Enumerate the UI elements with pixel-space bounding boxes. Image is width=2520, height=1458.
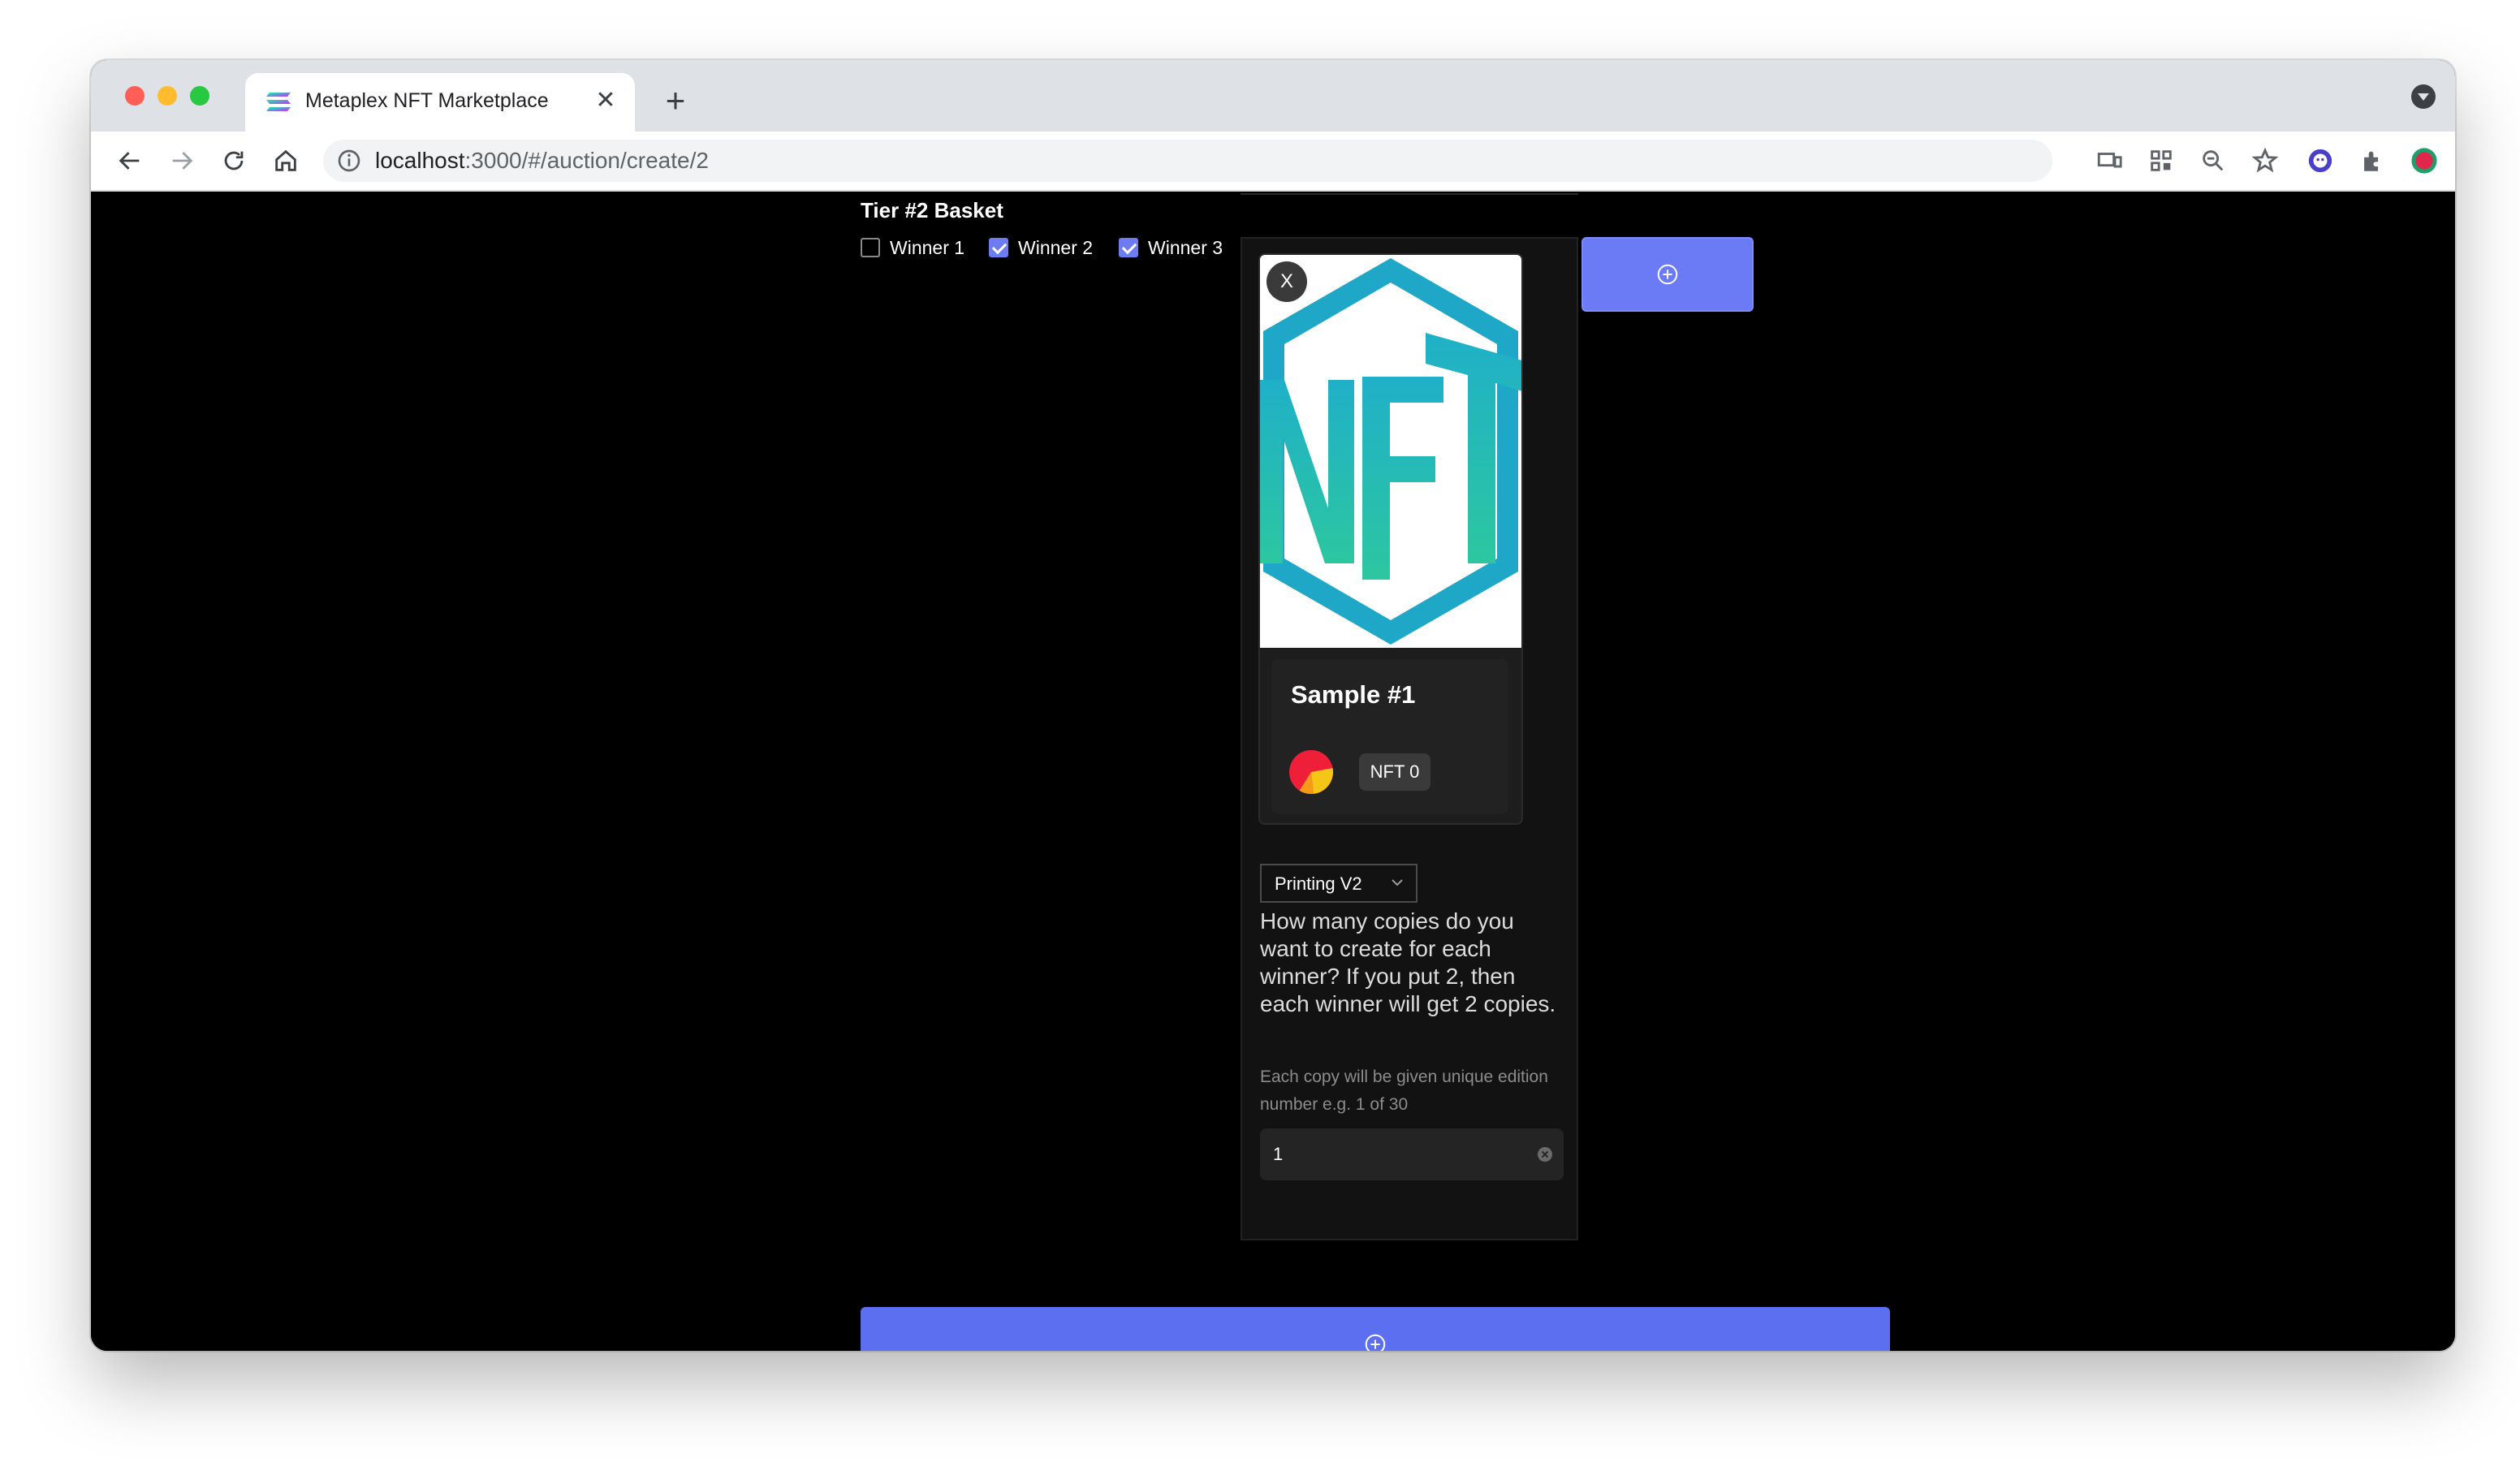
plus-circle-icon bbox=[1657, 264, 1678, 285]
add-tier-button[interactable] bbox=[861, 1307, 1890, 1351]
extensions-puzzle-icon[interactable] bbox=[2356, 145, 2388, 177]
edition-type-select[interactable]: Printing V2 bbox=[1260, 864, 1418, 903]
tab-search-icon[interactable] bbox=[2411, 84, 2436, 109]
new-tab-button[interactable]: + bbox=[656, 83, 695, 122]
browser-window: Metaplex NFT Marketplace ✕ + localhost:3… bbox=[91, 60, 2455, 1351]
checkbox-box[interactable] bbox=[861, 238, 880, 257]
close-window-button[interactable] bbox=[125, 86, 145, 106]
url-host: localhost bbox=[375, 148, 465, 173]
browser-toolbar: localhost:3000/#/auction/create/2 bbox=[91, 132, 2455, 192]
winner-label: Winner 1 bbox=[890, 236, 965, 258]
url-path: :3000/#/auction/create/2 bbox=[464, 148, 709, 173]
winner-2-checkbox[interactable]: Winner 2 bbox=[989, 235, 1093, 260]
arrow-right-icon bbox=[172, 152, 193, 170]
nft-title: Sample #1 bbox=[1291, 680, 1416, 709]
cast-icon[interactable] bbox=[2093, 145, 2125, 177]
checkbox-box[interactable] bbox=[1119, 238, 1138, 257]
edition-type-value: Printing V2 bbox=[1275, 874, 1362, 894]
maximize-window-button[interactable] bbox=[190, 86, 209, 106]
tier-basket-title: Tier #2 Basket bbox=[861, 198, 1003, 222]
nft-artwork bbox=[1260, 255, 1521, 648]
tab-title: Metaplex NFT Marketplace bbox=[305, 89, 549, 112]
winner-1-checkbox[interactable]: Winner 1 bbox=[861, 235, 964, 260]
copies-question: How many copies do you want to create fo… bbox=[1260, 908, 1556, 1016]
forward-button[interactable] bbox=[164, 143, 200, 179]
add-item-button[interactable] bbox=[1581, 237, 1754, 312]
minimize-window-button[interactable] bbox=[158, 86, 177, 106]
nft-card[interactable]: X Sample #1 NFT 0 bbox=[1258, 253, 1523, 825]
back-button[interactable] bbox=[112, 143, 148, 179]
plus-circle-icon bbox=[1365, 1334, 1386, 1351]
clear-input-icon[interactable] bbox=[1538, 1147, 1552, 1162]
winner-3-checkbox[interactable]: Winner 3 bbox=[1119, 235, 1223, 260]
nft-logo-image bbox=[1260, 258, 1521, 645]
browser-tab[interactable]: Metaplex NFT Marketplace ✕ bbox=[245, 73, 635, 132]
checkbox-box[interactable] bbox=[989, 238, 1008, 257]
nft-card-body: Sample #1 NFT 0 bbox=[1271, 659, 1508, 813]
home-button[interactable] bbox=[268, 143, 304, 179]
tab-close-icon[interactable]: ✕ bbox=[589, 84, 622, 117]
extension-wallet-icon[interactable] bbox=[2304, 145, 2337, 177]
winner-label: Winner 3 bbox=[1148, 236, 1223, 258]
browser-menu-icon[interactable] bbox=[2452, 145, 2455, 177]
info-icon[interactable] bbox=[336, 148, 362, 174]
chevron-down-icon bbox=[1392, 879, 1403, 886]
bookmark-star-icon[interactable] bbox=[2249, 145, 2281, 177]
basket-item-panel: X Sample #1 NFT 0 Printing V2 How many c… bbox=[1241, 237, 1578, 1240]
winner-label: Winner 2 bbox=[1018, 236, 1094, 258]
previous-panel-edge bbox=[1241, 192, 1578, 195]
url-text: localhost:3000/#/auction/create/2 bbox=[375, 148, 709, 174]
tab-bar: Metaplex NFT Marketplace ✕ + bbox=[91, 60, 2455, 132]
copies-input[interactable] bbox=[1260, 1128, 1533, 1180]
profile-avatar-icon[interactable] bbox=[2408, 145, 2440, 177]
qr-code-icon[interactable] bbox=[2145, 145, 2177, 177]
arrow-left-icon bbox=[119, 152, 140, 170]
remove-item-button[interactable]: X bbox=[1266, 261, 1307, 302]
reload-button[interactable] bbox=[216, 143, 252, 179]
home-icon bbox=[275, 149, 296, 171]
reload-icon bbox=[224, 151, 244, 170]
address-bar[interactable]: localhost:3000/#/auction/create/2 bbox=[323, 140, 2052, 182]
nft-count-badge: NFT 0 bbox=[1359, 753, 1430, 791]
page-content: Tier #2 Basket Winner 1 Winner 2 Winner … bbox=[91, 192, 2455, 1351]
solana-logo-icon bbox=[266, 93, 291, 111]
copies-input-wrapper bbox=[1260, 1128, 1564, 1180]
zoom-icon[interactable] bbox=[2197, 145, 2229, 177]
creator-avatar bbox=[1289, 750, 1333, 794]
copies-hint: Each copy will be given unique edition n… bbox=[1260, 1068, 1548, 1114]
